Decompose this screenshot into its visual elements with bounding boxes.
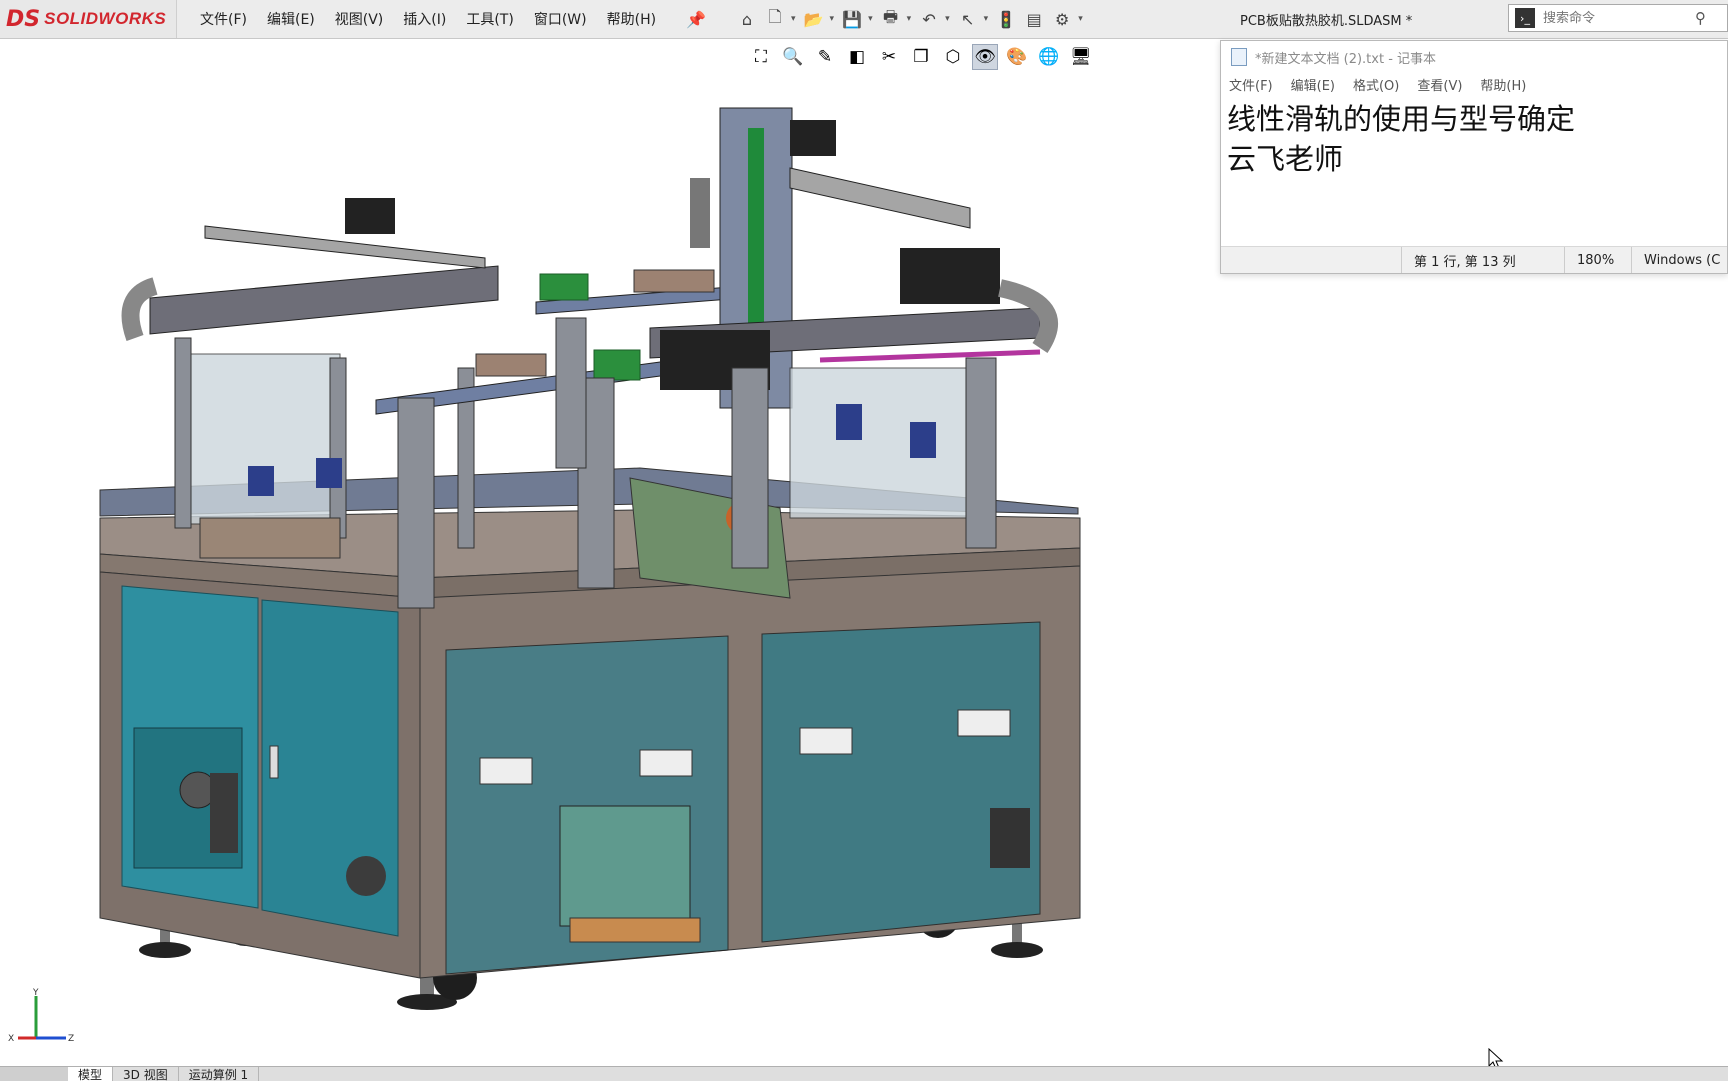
search-commands-box[interactable]: ›_ ⚲ [1508, 4, 1728, 32]
chevron-down-icon[interactable]: ▾ [791, 14, 796, 24]
document-title: PCB板贴散热胶机.SLDASM * [1240, 14, 1413, 29]
save-icon[interactable]: 💾 [840, 7, 864, 31]
notepad-window[interactable]: *新建文本文档 (2).txt - 记事本 文件(F) 编辑(E) 格式(O) … [1220, 40, 1728, 274]
triad-z-label: Z [68, 1034, 74, 1044]
standard-toolbar: ⌂ 🗋 ▾ 📂 ▾ 💾 ▾ 🖶 ▾ ↶ ▾ ↖ ▾ 🚦 ▤ ⚙ ▾ [735, 4, 1089, 34]
chevron-down-icon[interactable]: ▾ [1078, 14, 1083, 24]
notepad-menu-view[interactable]: 查看(V) [1417, 75, 1462, 94]
menu-edit[interactable]: 编辑(E) [267, 9, 315, 29]
bottom-tab-bar: 模型 3D 视图 运动算例 1 [0, 1066, 1728, 1081]
pin-icon[interactable]: 📌 [686, 10, 706, 29]
search-input[interactable] [1541, 9, 1695, 27]
select-arrow-icon[interactable]: ↖ [956, 7, 980, 31]
menu-window[interactable]: 窗口(W) [534, 9, 587, 29]
line-ending: Windows (C [1631, 247, 1727, 273]
notepad-line-3: 云飞老师 [1227, 142, 1344, 176]
menu-bar: 文件(F) 编辑(E) 视图(V) 插入(I) 工具(T) 窗口(W) 帮助(H… [200, 0, 676, 38]
chevron-down-icon[interactable]: ▾ [907, 14, 912, 24]
notepad-status-bar: 第 1 行, 第 13 列 180% Windows (C [1221, 246, 1727, 273]
undo-icon[interactable]: ↶ [917, 7, 941, 31]
menu-view[interactable]: 视图(V) [335, 9, 384, 29]
chevron-down-icon[interactable]: ▾ [830, 14, 835, 24]
coordinate-triad: Y Z X [8, 986, 78, 1050]
menu-file[interactable]: 文件(F) [200, 9, 247, 29]
print-icon[interactable]: 🖶 [879, 7, 903, 31]
triad-x-label: X [8, 1034, 14, 1044]
search-icon[interactable]: ⚲ [1695, 9, 1706, 27]
zoom-level: 180% [1564, 247, 1631, 273]
notepad-menu-help[interactable]: 帮助(H) [1480, 75, 1526, 94]
chevron-down-icon[interactable]: ▾ [984, 14, 989, 24]
notepad-text-area[interactable]: 线性滑轨的使用与型号确定 云飞老师 [1221, 95, 1727, 248]
options-gear-icon[interactable]: ⚙ [1050, 7, 1074, 31]
triad-y-label: Y [32, 988, 39, 998]
notepad-menu-bar: 文件(F) 编辑(E) 格式(O) 查看(V) 帮助(H) [1221, 73, 1727, 95]
notepad-line-1: 线性滑轨的使用与型号确定 [1227, 102, 1576, 136]
tab-3d-views[interactable]: 3D 视图 [113, 1067, 179, 1081]
command-search-icon: ›_ [1515, 8, 1535, 28]
notepad-title-bar[interactable]: *新建文本文档 (2).txt - 记事本 [1221, 41, 1727, 73]
title-bar: DS SOLIDWORKS 文件(F) 编辑(E) 视图(V) 插入(I) 工具… [0, 0, 1728, 39]
new-document-icon[interactable]: 🗋 [763, 7, 787, 31]
notepad-menu-format[interactable]: 格式(O) [1353, 75, 1399, 94]
ds-logo-mark: DS [6, 6, 41, 32]
notepad-file-icon [1231, 48, 1247, 66]
menu-tools[interactable]: 工具(T) [466, 9, 513, 29]
menu-insert[interactable]: 插入(I) [403, 9, 446, 29]
logo-text: SOLIDWORKS [44, 9, 167, 28]
home-icon[interactable]: ⌂ [735, 7, 759, 31]
tab-motion-study[interactable]: 运动算例 1 [179, 1067, 260, 1081]
menu-help[interactable]: 帮助(H) [607, 9, 656, 29]
tab-model[interactable]: 模型 [68, 1067, 114, 1081]
chevron-down-icon[interactable]: ▾ [868, 14, 873, 24]
notepad-title: *新建文本文档 (2).txt - 记事本 [1255, 51, 1437, 67]
tab-scroll-arrows[interactable] [0, 1067, 68, 1081]
file-properties-icon[interactable]: ▤ [1022, 7, 1046, 31]
open-folder-icon[interactable]: 📂 [802, 7, 826, 31]
notepad-menu-file[interactable]: 文件(F) [1229, 75, 1273, 94]
chevron-down-icon[interactable]: ▾ [945, 14, 950, 24]
cursor-position: 第 1 行, 第 13 列 [1401, 247, 1564, 273]
solidworks-logo[interactable]: DS SOLIDWORKS [0, 0, 177, 38]
pcb-machine-3d-model[interactable] [0, 38, 1200, 1066]
rebuild-traffic-light-icon[interactable]: 🚦 [994, 7, 1018, 31]
notepad-menu-edit[interactable]: 编辑(E) [1291, 75, 1335, 94]
